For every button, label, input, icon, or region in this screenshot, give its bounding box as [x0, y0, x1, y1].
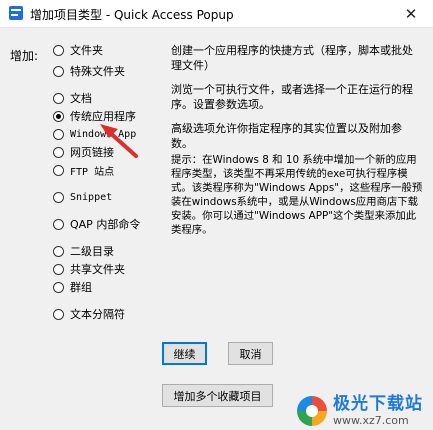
close-icon[interactable]: ✕: [389, 0, 433, 27]
app-icon: [9, 6, 23, 20]
window-title: 增加项目类型 - Quick Access Popup: [30, 8, 234, 22]
title-bar: 增加项目类型 - Quick Access Popup ✕: [0, 0, 433, 28]
annotation-arrow-icon: [100, 124, 138, 158]
dialog-panel: 增加: 文件夹 特殊文件夹 文档 传统应用程序 Windows App 网页链接…: [0, 28, 433, 430]
